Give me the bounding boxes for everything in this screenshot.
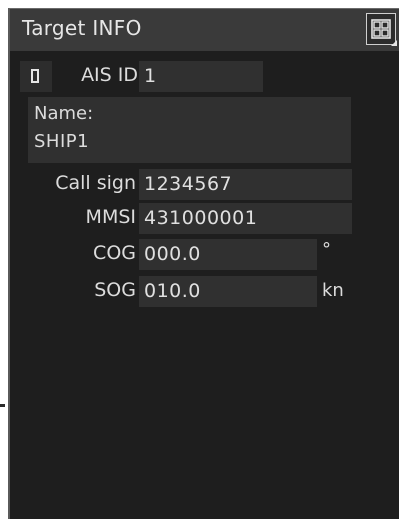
ais-checkbox[interactable]	[20, 61, 52, 92]
ais-id-field[interactable]: 1	[139, 61, 263, 92]
sog-unit: kn	[322, 280, 344, 301]
window-edge-mark	[0, 404, 5, 407]
title-bar[interactable]: Target INFO	[10, 9, 399, 51]
window-title: Target INFO	[22, 16, 142, 40]
target-info-panel: Target INFO AIS ID 1 Name: SHIP1 Call si…	[8, 8, 399, 519]
name-value: SHIP1	[34, 131, 90, 152]
sog-label: SOG	[94, 279, 136, 301]
cog-label: COG	[93, 242, 136, 264]
mmsi-label: MMSI	[85, 206, 136, 228]
call-sign-field[interactable]: 1234567	[139, 169, 352, 200]
sog-field[interactable]: 010.0	[139, 276, 317, 307]
grid-layout-icon	[371, 19, 391, 39]
name-box: Name: SHIP1	[28, 97, 351, 163]
ais-id-label: AIS ID	[81, 64, 138, 86]
mmsi-field[interactable]: 431000001	[139, 203, 352, 234]
cog-unit: °	[322, 239, 331, 260]
call-sign-label: Call sign	[55, 172, 136, 194]
name-label: Name:	[34, 103, 94, 124]
cog-field[interactable]: 000.0	[139, 239, 317, 270]
layout-button[interactable]	[366, 13, 397, 46]
checkbox-icon	[31, 69, 39, 83]
resize-corner-icon	[391, 40, 397, 46]
